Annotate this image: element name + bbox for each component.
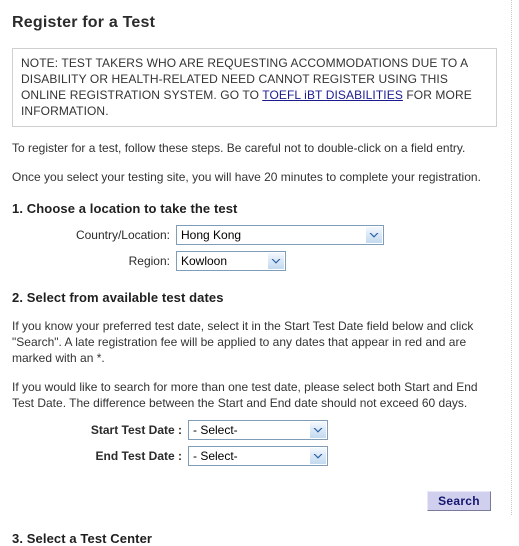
step-3-heading: 3. Select a Test Center (12, 531, 153, 546)
registration-page: Register for a Test NOTE: TEST TAKERS WH… (0, 0, 519, 546)
step-2-paragraph-1: If you know your preferred test date, se… (12, 319, 474, 365)
chevron-down-icon[interactable] (309, 448, 326, 464)
date-fields: Start Test Date : - Select- End Test Dat… (10, 417, 328, 469)
toefl-ibt-disabilities-link[interactable]: TOEFL iBT DISABILITIES (262, 88, 403, 102)
start-test-date-row: Start Test Date : - Select- (10, 417, 328, 443)
accommodations-note-box: NOTE: TEST TAKERS WHO ARE REQUESTING ACC… (12, 48, 497, 127)
page-content: Register for a Test NOTE: TEST TAKERS WH… (0, 0, 508, 546)
end-test-date-select[interactable]: - Select- (188, 446, 328, 466)
step-1-heading: 1. Choose a location to take the test (12, 201, 238, 216)
location-fields: Country/Location: Hong Kong Region: Kowl… (10, 222, 384, 274)
country-location-select[interactable]: Hong Kong (176, 225, 384, 245)
chevron-down-icon[interactable] (365, 227, 382, 243)
end-test-date-row: End Test Date : - Select- (10, 443, 328, 469)
page-title: Register for a Test (12, 14, 156, 31)
chevron-down-icon[interactable] (309, 422, 326, 438)
start-test-date-select[interactable]: - Select- (188, 420, 328, 440)
intro-paragraph-1: To register for a test, follow these ste… (12, 141, 466, 155)
country-location-label: Country/Location: (75, 228, 170, 242)
region-cell: Kowloon (176, 248, 384, 274)
chevron-down-icon[interactable] (267, 253, 284, 269)
region-row: Region: Kowloon (10, 248, 384, 274)
step-2-paragraph-2: If you would like to search for more tha… (12, 380, 478, 410)
region-value: Kowloon (181, 254, 228, 268)
start-test-date-label: Start Test Date : (90, 423, 182, 437)
search-button-row: Search (10, 491, 498, 511)
region-select[interactable]: Kowloon (176, 251, 286, 271)
end-test-date-value: - Select- (193, 449, 238, 463)
country-location-cell: Hong Kong (176, 222, 384, 248)
intro-paragraph-2: Once you select your testing site, you w… (12, 170, 481, 184)
step-2-heading: 2. Select from available test dates (12, 290, 224, 305)
search-button[interactable]: Search (427, 491, 491, 511)
page-right-border (511, 0, 512, 515)
start-test-date-value: - Select- (193, 423, 238, 437)
country-location-row: Country/Location: Hong Kong (10, 222, 384, 248)
region-label: Region: (128, 254, 170, 268)
start-test-date-cell: - Select- (188, 417, 328, 443)
end-test-date-cell: - Select- (188, 443, 328, 469)
end-test-date-label: End Test Date : (95, 449, 182, 463)
country-location-value: Hong Kong (181, 228, 242, 242)
